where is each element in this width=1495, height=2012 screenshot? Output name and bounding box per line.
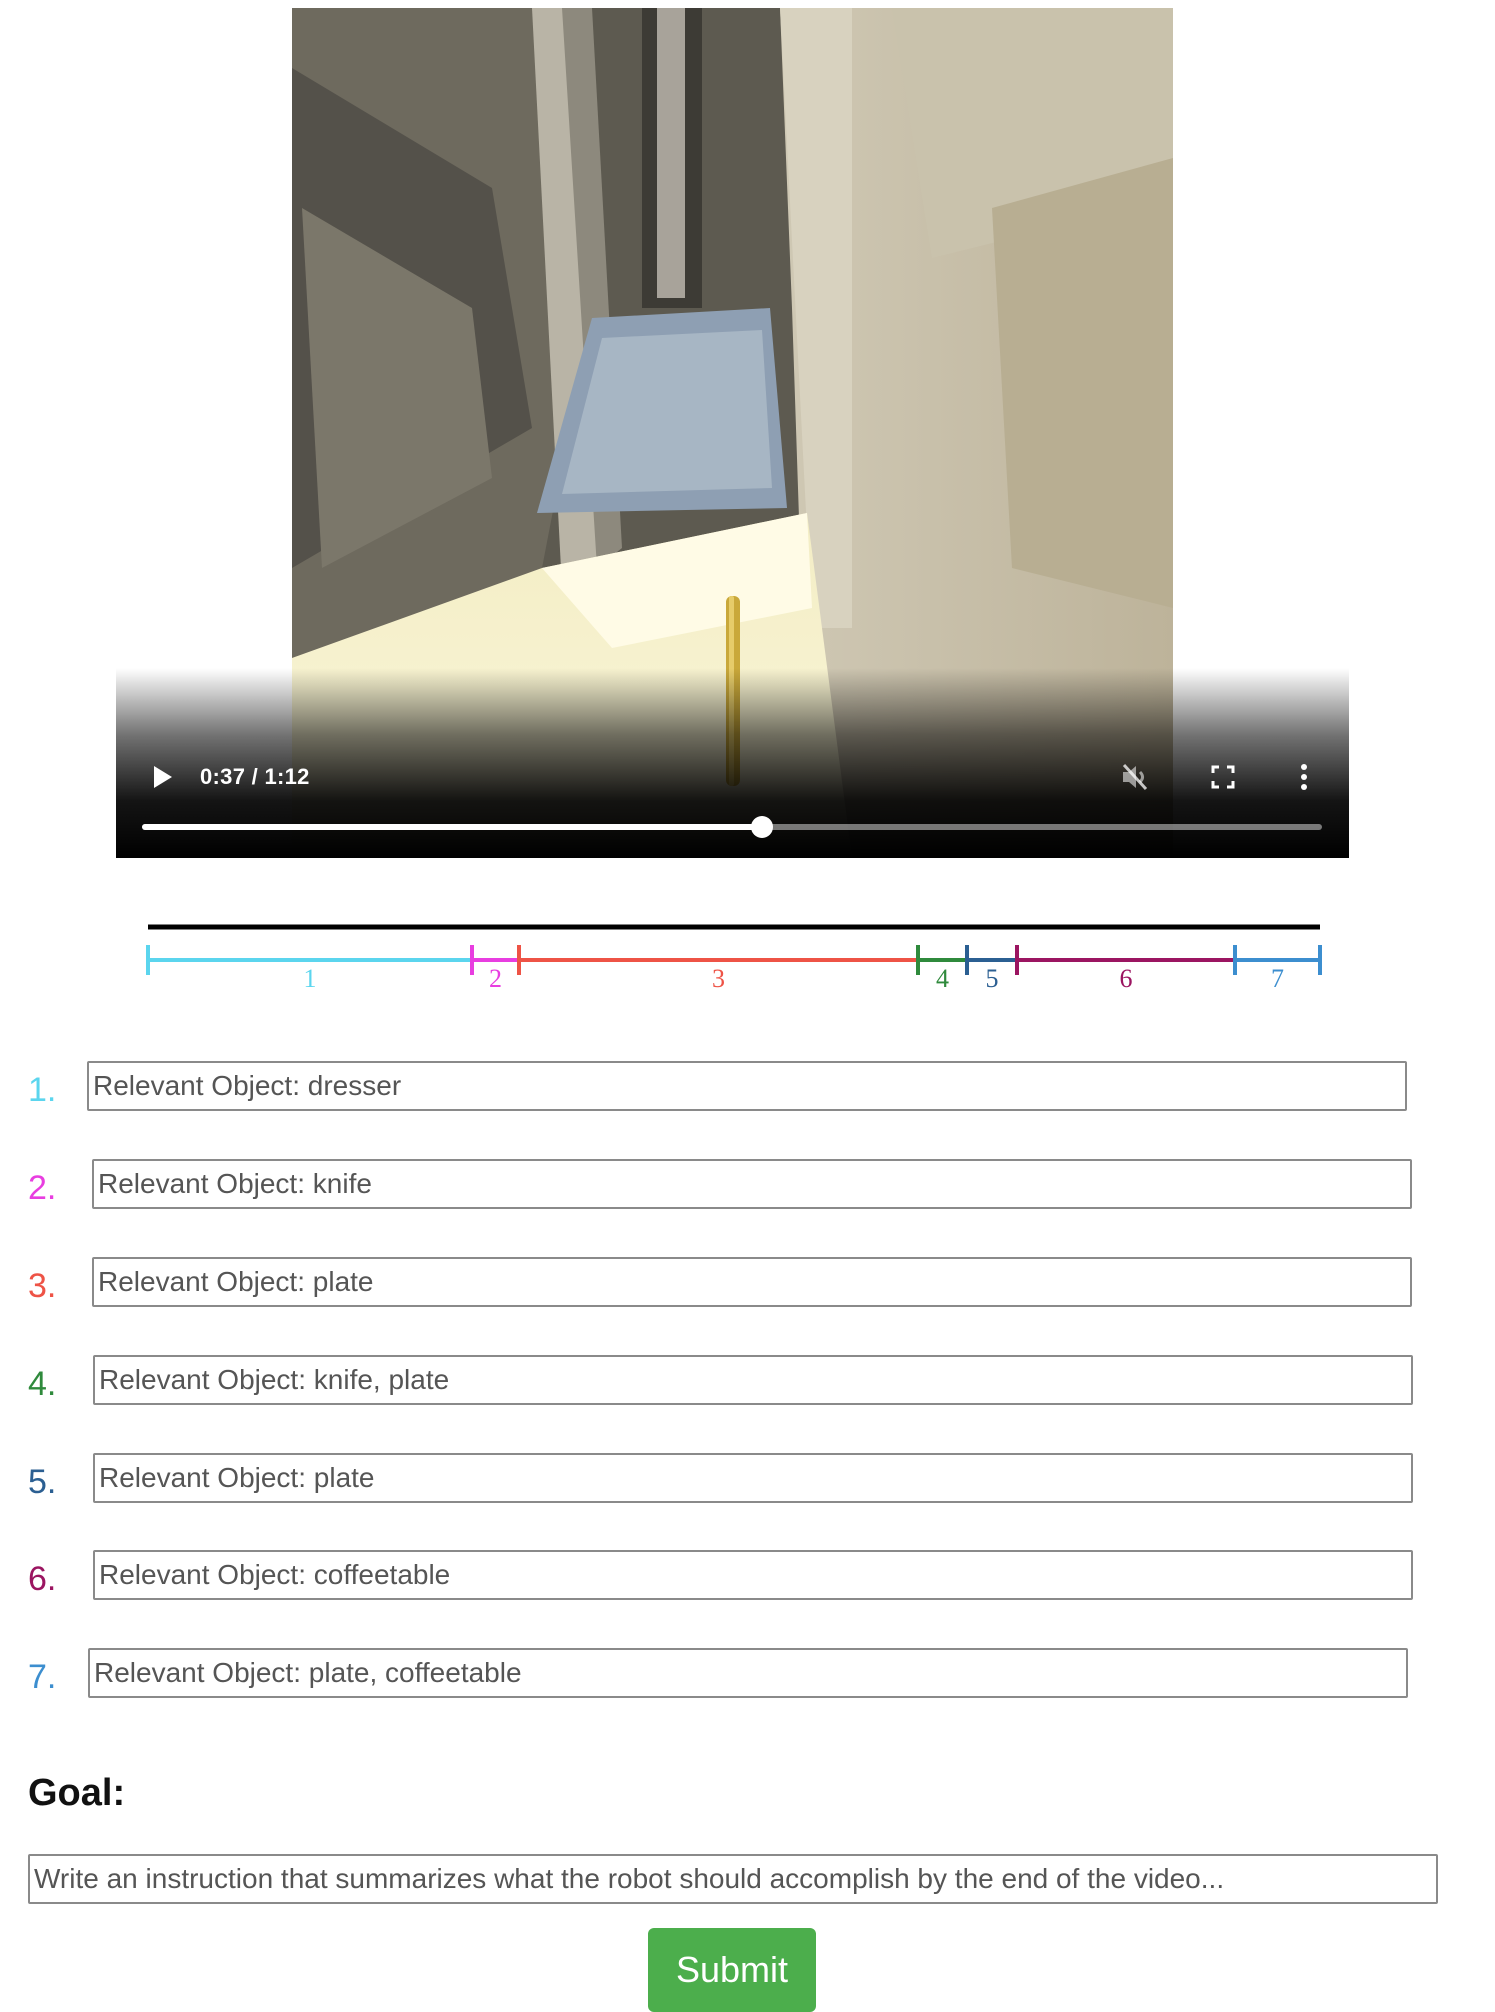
step-relevant-object-input[interactable] xyxy=(87,1061,1407,1111)
step-row: 4. xyxy=(28,1355,1413,1407)
step-number: 1. xyxy=(28,1071,57,1109)
timeline-segment-label: 5 xyxy=(986,964,999,990)
timeline-segment-label: 1 xyxy=(304,964,317,990)
fullscreen-icon xyxy=(1211,765,1235,789)
timeline-segment-6: 6 xyxy=(1015,945,1237,990)
step-relevant-object-input[interactable] xyxy=(93,1453,1413,1503)
goal-title: Goal: xyxy=(28,1772,126,1814)
fullscreen-button[interactable] xyxy=(1208,762,1238,792)
video-player[interactable]: 0:37 / 1:12 xyxy=(116,8,1349,858)
video-controls: 0:37 / 1:12 xyxy=(116,742,1349,858)
timeline-segment-2: 2 xyxy=(470,945,521,990)
step-row: 5. xyxy=(28,1453,1413,1505)
timeline-segment-3: 3 xyxy=(517,945,920,990)
timeline-segment-label: 3 xyxy=(712,964,725,990)
goal-input[interactable] xyxy=(28,1854,1438,1904)
step-row: 2. xyxy=(28,1159,1412,1211)
step-number: 3. xyxy=(28,1267,57,1305)
submit-button[interactable]: Submit xyxy=(648,1928,816,2012)
step-number: 5. xyxy=(28,1463,57,1501)
step-relevant-object-input[interactable] xyxy=(92,1257,1412,1307)
more-vertical-icon xyxy=(1301,764,1307,790)
segment-timeline: 1 2 3 4 5 6 7 xyxy=(146,924,1322,990)
step-number: 2. xyxy=(28,1169,57,1207)
timeline-segment-7: 7 xyxy=(1233,945,1322,990)
timeline-segment-label: 6 xyxy=(1120,964,1133,990)
seek-bar[interactable] xyxy=(142,816,1322,838)
timeline-segment-label: 4 xyxy=(936,964,949,990)
play-icon xyxy=(154,766,172,788)
timeline-segment-4: 4 xyxy=(916,945,969,990)
step-relevant-object-input[interactable] xyxy=(88,1648,1408,1698)
more-options-button[interactable] xyxy=(1296,760,1312,794)
step-row: 3. xyxy=(28,1257,1412,1309)
step-number: 4. xyxy=(28,1365,57,1403)
mute-button[interactable] xyxy=(1118,760,1152,794)
time-display: 0:37 / 1:12 xyxy=(200,764,310,789)
timeline-segment-label: 7 xyxy=(1271,964,1284,990)
step-relevant-object-input[interactable] xyxy=(93,1355,1413,1405)
timeline-segment-5: 5 xyxy=(965,945,1019,990)
seek-bar-thumb[interactable] xyxy=(750,816,773,838)
seek-bar-played xyxy=(142,824,762,830)
timeline-segment-label: 2 xyxy=(489,964,502,990)
step-number: 6. xyxy=(28,1560,57,1598)
step-row: 1. xyxy=(28,1061,1407,1113)
muted-volume-icon xyxy=(1122,763,1148,791)
step-relevant-object-input[interactable] xyxy=(93,1550,1413,1600)
step-relevant-object-input[interactable] xyxy=(92,1159,1412,1209)
timeline-segment-1: 1 xyxy=(146,945,474,990)
play-button[interactable] xyxy=(150,762,176,792)
step-row: 6. xyxy=(28,1550,1413,1602)
step-row: 7. xyxy=(28,1648,1408,1700)
step-number: 7. xyxy=(28,1658,57,1696)
